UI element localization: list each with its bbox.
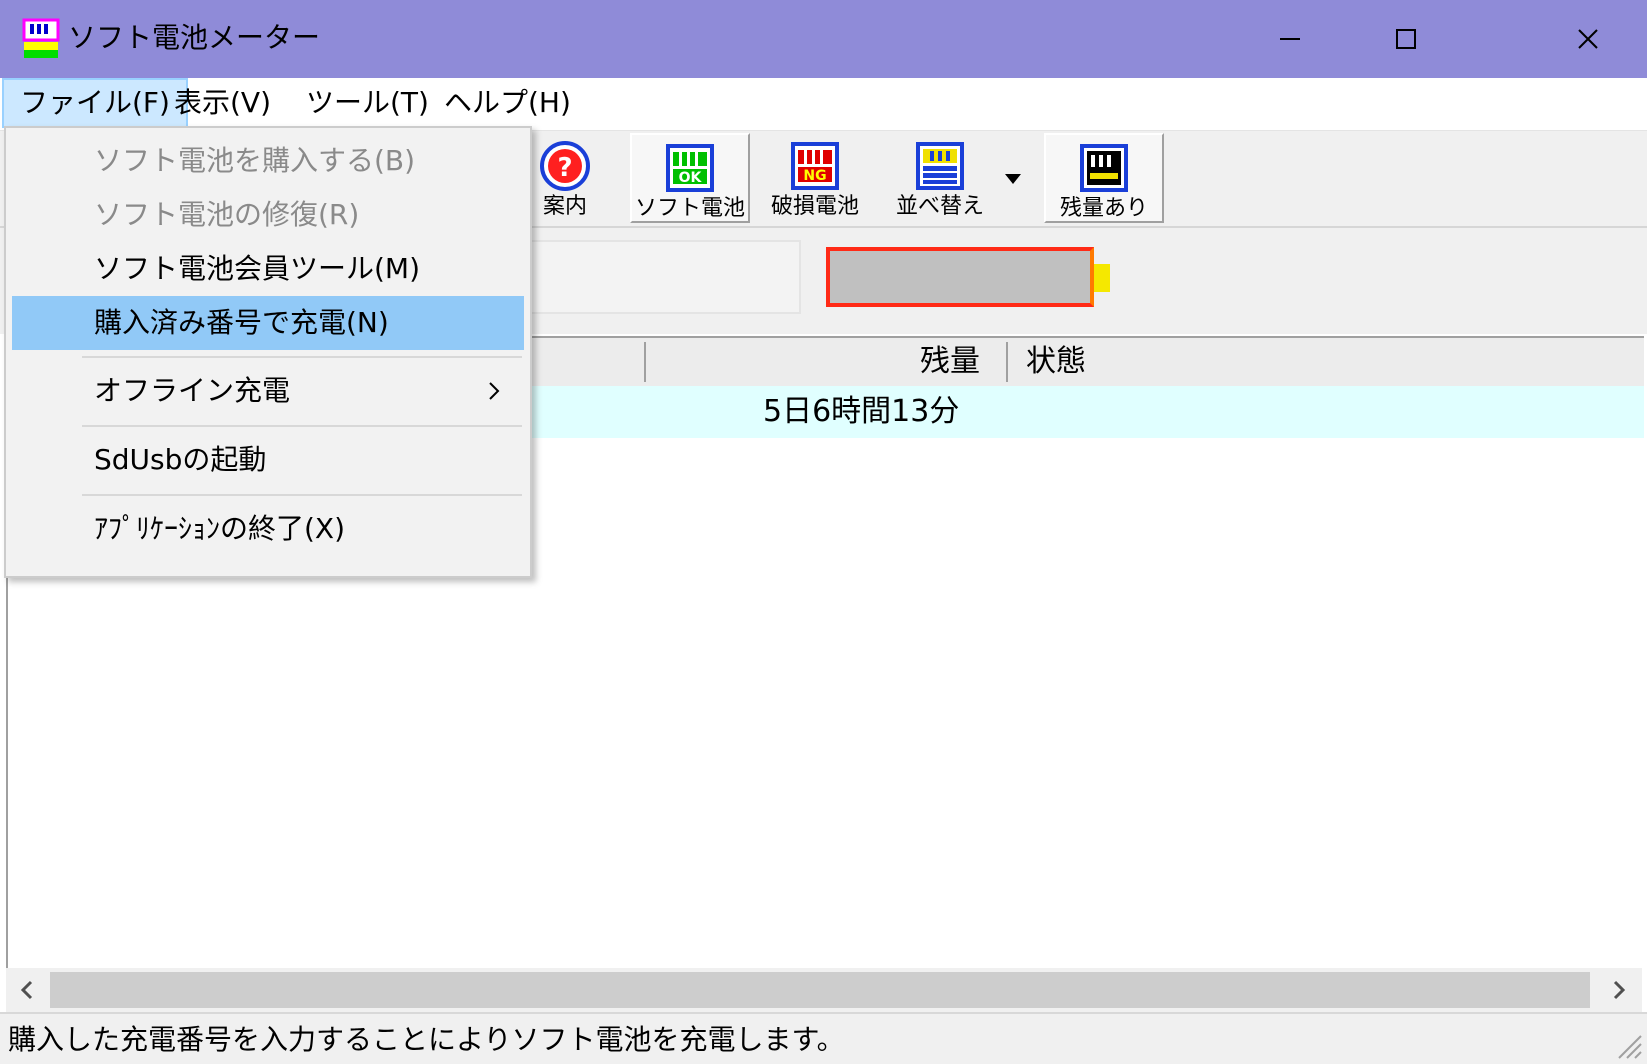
sort-button[interactable]: 並べ替え (880, 133, 1000, 223)
chevron-right-icon (489, 382, 500, 400)
has-remaining-label: 残量あり (1059, 196, 1148, 221)
broken-battery-label: 破損電池 (770, 194, 859, 219)
sort-label: 並べ替え (895, 194, 984, 219)
menu-separator (82, 425, 522, 427)
menu-item-label: ソフト電池を購入する(B) (94, 144, 416, 177)
menu-item-charge-purchased[interactable]: 購入済み番号で充電(N) (12, 296, 524, 350)
menu-item-label: オフライン充電 (94, 374, 291, 407)
maximize-icon (1396, 29, 1416, 49)
battery-name-field (505, 240, 801, 314)
menu-bar: ファイル(F) 表示(V) ツール(T) ヘルプ(H) (0, 78, 1647, 132)
menu-item-buy-battery[interactable]: ソフト電池を購入する(B) (12, 134, 524, 188)
battery-ok-icon: OK (666, 144, 714, 192)
svg-text:?: ? (557, 153, 572, 183)
battery-remaining-icon (1080, 144, 1128, 192)
battery-ng-icon: NG (791, 142, 839, 190)
chevron-down-icon (1005, 174, 1021, 184)
menu-view[interactable]: 表示(V) (158, 78, 287, 128)
battery-meter (826, 247, 1094, 307)
menu-help[interactable]: ヘルプ(H) (428, 78, 587, 128)
menu-item-label: 購入済み番号で充電(N) (94, 306, 389, 339)
broken-battery-button[interactable]: NG 破損電池 (755, 133, 875, 223)
help-icon: ? (540, 141, 590, 191)
column-header-status[interactable]: 状態 (1026, 342, 1086, 382)
remaining-cell: 5日6時間13分 (763, 394, 960, 429)
has-remaining-button[interactable]: 残量あり (1044, 133, 1164, 223)
menu-separator (82, 356, 522, 358)
menu-item-launch-sdusb[interactable]: SdUsbの起動 (12, 433, 524, 487)
status-text: 購入した充電番号を入力することによりソフト電池を充電します。 (8, 1023, 845, 1056)
scroll-right-button[interactable] (1598, 968, 1640, 1012)
column-header-remaining[interactable]: 残量 (920, 342, 980, 382)
svg-text:NG: NG (803, 168, 826, 184)
menu-item-label: ソフト電池の修復(R) (94, 198, 360, 231)
close-button[interactable] (1530, 0, 1646, 78)
title-bar[interactable]: ソフト電池メーター (0, 0, 1647, 78)
window-title: ソフト電池メーター (68, 21, 321, 54)
maximize-button[interactable] (1348, 0, 1464, 78)
scroll-left-button[interactable] (6, 968, 48, 1012)
chevron-right-icon (1613, 980, 1626, 1000)
status-bar: 購入した充電番号を入力することによりソフト電池を充電します。 (0, 1012, 1647, 1064)
menu-item-label: SdUsbの起動 (94, 443, 267, 476)
column-divider[interactable] (1006, 342, 1008, 382)
chevron-left-icon (20, 980, 33, 1000)
battery-meter-tip (1094, 264, 1110, 292)
sort-dropdown-button[interactable] (996, 133, 1030, 223)
menu-item-label: ソフト電池会員ツール(M) (94, 252, 421, 285)
menu-item-repair-battery[interactable]: ソフト電池の修復(R) (12, 188, 524, 242)
file-menu-dropdown: ソフト電池を購入する(B) ソフト電池の修復(R) ソフト電池会員ツール(M) … (4, 126, 532, 578)
svg-text:OK: OK (679, 170, 703, 186)
soft-battery-button[interactable]: OK ソフト電池 (630, 133, 750, 223)
horizontal-scrollbar[interactable] (6, 968, 1642, 1012)
sort-icon (916, 142, 964, 190)
scroll-thumb[interactable] (50, 972, 1590, 1008)
menu-tools[interactable]: ツール(T) (290, 78, 445, 128)
close-icon (1578, 29, 1598, 49)
app-battery-icon (22, 18, 60, 58)
minimize-icon (1280, 38, 1300, 40)
menu-item-offline-charge[interactable]: オフライン充電 (12, 364, 524, 418)
soft-battery-label: ソフト電池 (634, 196, 745, 221)
menu-separator (82, 494, 522, 496)
minimize-button[interactable] (1232, 0, 1348, 78)
menu-item-label: ｱﾌﾟﾘｹｰｼｮﾝの終了(X) (94, 512, 346, 545)
column-divider[interactable] (644, 342, 646, 382)
resize-grip-icon[interactable] (1613, 1030, 1643, 1060)
menu-item-exit[interactable]: ｱﾌﾟﾘｹｰｼｮﾝの終了(X) (12, 502, 524, 556)
menu-item-member-tool[interactable]: ソフト電池会員ツール(M) (12, 242, 524, 296)
